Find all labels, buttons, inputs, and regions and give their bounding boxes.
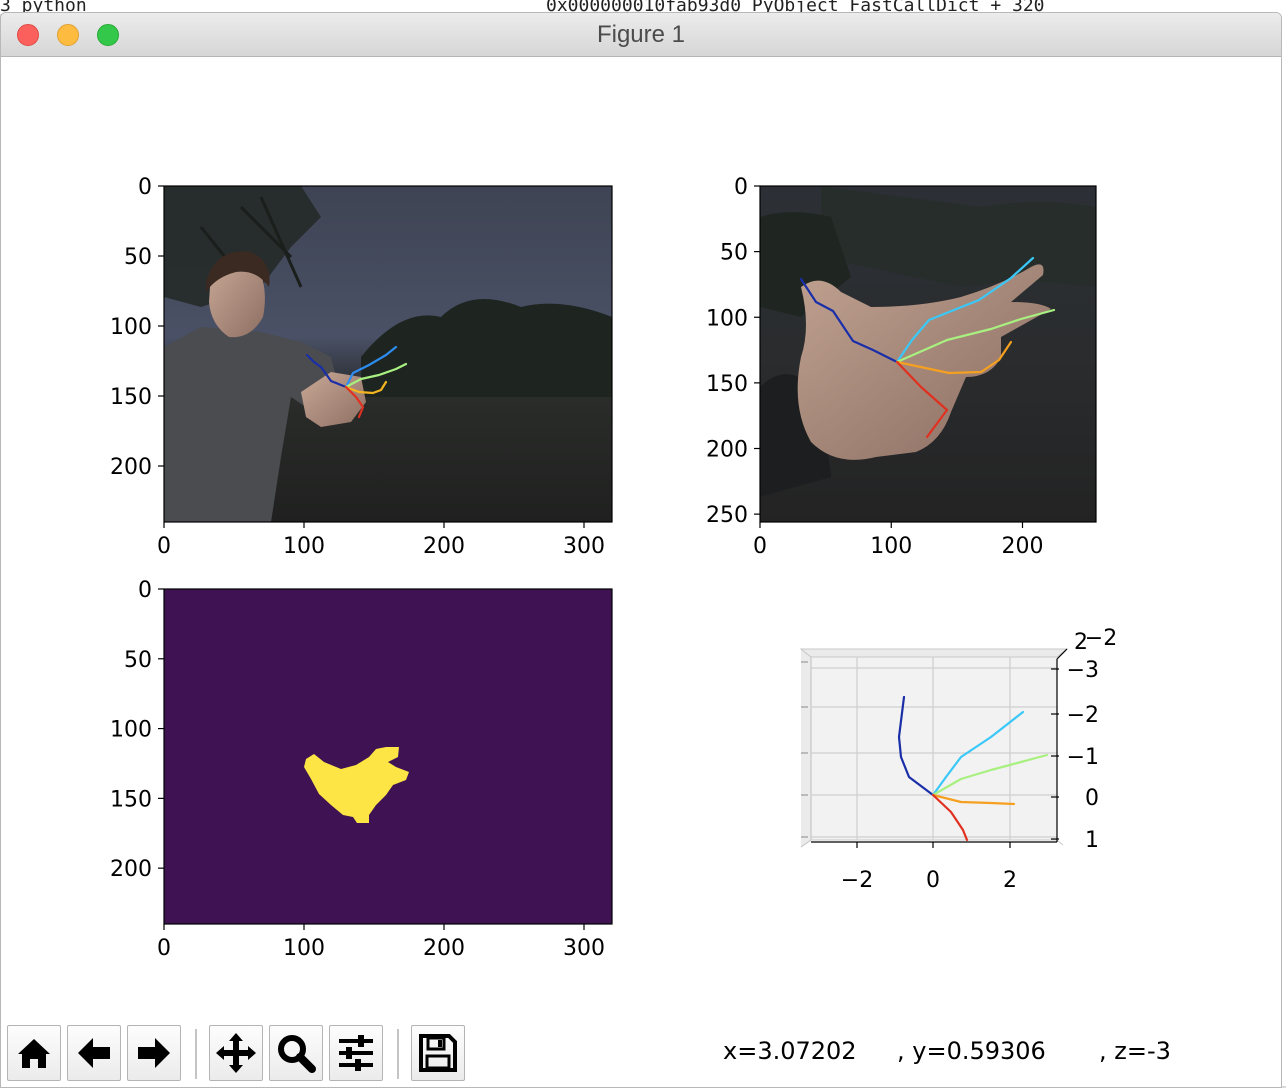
subplot-image-top-left: 0 100 200 300 0 50 100 150 200 [110, 175, 613, 559]
x-tick-label: 200 [1002, 534, 1044, 559]
x-tick-label-3d: 2 [1003, 868, 1017, 893]
z-tick-label-3d: −3 [1067, 658, 1099, 683]
figure-canvas[interactable]: 0 100 200 300 0 50 100 150 200 0 100 200… [1, 57, 1281, 1017]
y-tick-label: 200 [706, 438, 748, 463]
back-button[interactable] [67, 1025, 121, 1081]
navigation-toolbar: x=3.07202 , y=0.59306 , z=-3 [1, 1017, 1281, 1087]
y-tick-label: 150 [110, 385, 152, 410]
x-tick-label: 200 [423, 534, 465, 559]
coordinate-z: , z=-3 [1099, 1037, 1171, 1065]
move-icon [216, 1033, 256, 1073]
configure-subplots-button[interactable] [329, 1025, 383, 1081]
arrow-right-icon [138, 1038, 170, 1068]
forward-button[interactable] [127, 1025, 181, 1081]
toolbar-separator [397, 1029, 399, 1079]
y-tick-label: 50 [720, 241, 748, 266]
subplot-image-top-right: 0 100 200 0 50 100 150 200 250 [706, 175, 1097, 559]
x-tick-label-3d: 0 [926, 868, 940, 893]
photo-hand-crop [760, 186, 1096, 522]
magnifier-icon [278, 1035, 316, 1073]
y-tick-label: 100 [706, 306, 748, 331]
x-tick-label: 300 [563, 936, 605, 961]
y-tick-label-3d: −2 [1085, 626, 1117, 651]
zoom-button[interactable] [269, 1025, 323, 1081]
y-tick-label: 200 [110, 455, 152, 480]
home-button[interactable] [7, 1025, 61, 1081]
pan-button[interactable] [209, 1025, 263, 1081]
x-tick-label: 100 [870, 534, 912, 559]
y-tick-label: 50 [124, 648, 152, 673]
y-tick-label: 150 [706, 372, 748, 397]
x-tick-label: 300 [563, 534, 605, 559]
coordinate-y: , y=0.59306 [897, 1037, 1046, 1065]
y-tick-label: 100 [110, 718, 152, 743]
x-tick-label: 100 [283, 534, 325, 559]
save-button[interactable] [411, 1025, 465, 1081]
y-tick-label: 150 [110, 787, 152, 812]
figure-window: Figure 1 0 100 200 300 0 50 100 150 200 … [0, 12, 1282, 1088]
x-tick-label: 100 [283, 936, 325, 961]
y-tick-label: 100 [110, 315, 152, 340]
y-tick-label: 50 [124, 245, 152, 270]
z-tick-label-3d: −2 [1067, 703, 1099, 728]
x-tick-label: 200 [423, 936, 465, 961]
z-tick-label-3d: 1 [1085, 828, 1099, 853]
toolbar-separator [195, 1029, 197, 1079]
sliders-icon [339, 1035, 373, 1071]
z-tick-label-3d: −1 [1067, 745, 1099, 770]
subplot-3d-plot: −2 0 2−3−2−1012−2 [799, 626, 1117, 893]
figure-svg: 0 100 200 300050100150200 0 100 20005010… [110, 175, 1117, 961]
z-tick-label-3d: 0 [1085, 786, 1099, 811]
y-tick-label: 200 [110, 857, 152, 882]
x-tick-label: 0 [157, 534, 171, 559]
y-tick-label: 0 [734, 175, 748, 200]
y-tick-label: 0 [138, 578, 152, 603]
photo-scene [164, 186, 612, 522]
y-tick-label: 0 [138, 175, 152, 200]
x-tick-label: 0 [753, 534, 767, 559]
arrow-left-icon [78, 1038, 110, 1068]
floppy-disk-icon [419, 1034, 457, 1072]
subplot-mask-bottom-left: 0 100 200 300 0 50 100 150 200 [110, 578, 613, 961]
x-tick-label-3d: −2 [841, 868, 873, 893]
y-tick-label: 250 [706, 503, 748, 528]
coordinate-x: x=3.07202 [723, 1037, 857, 1065]
axes-3d-pane [811, 657, 1057, 840]
window-title: Figure 1 [596, 21, 686, 48]
home-icon [18, 1039, 50, 1068]
x-tick-label: 0 [157, 936, 171, 961]
title-bar[interactable]: Figure 1 [1, 13, 1281, 57]
